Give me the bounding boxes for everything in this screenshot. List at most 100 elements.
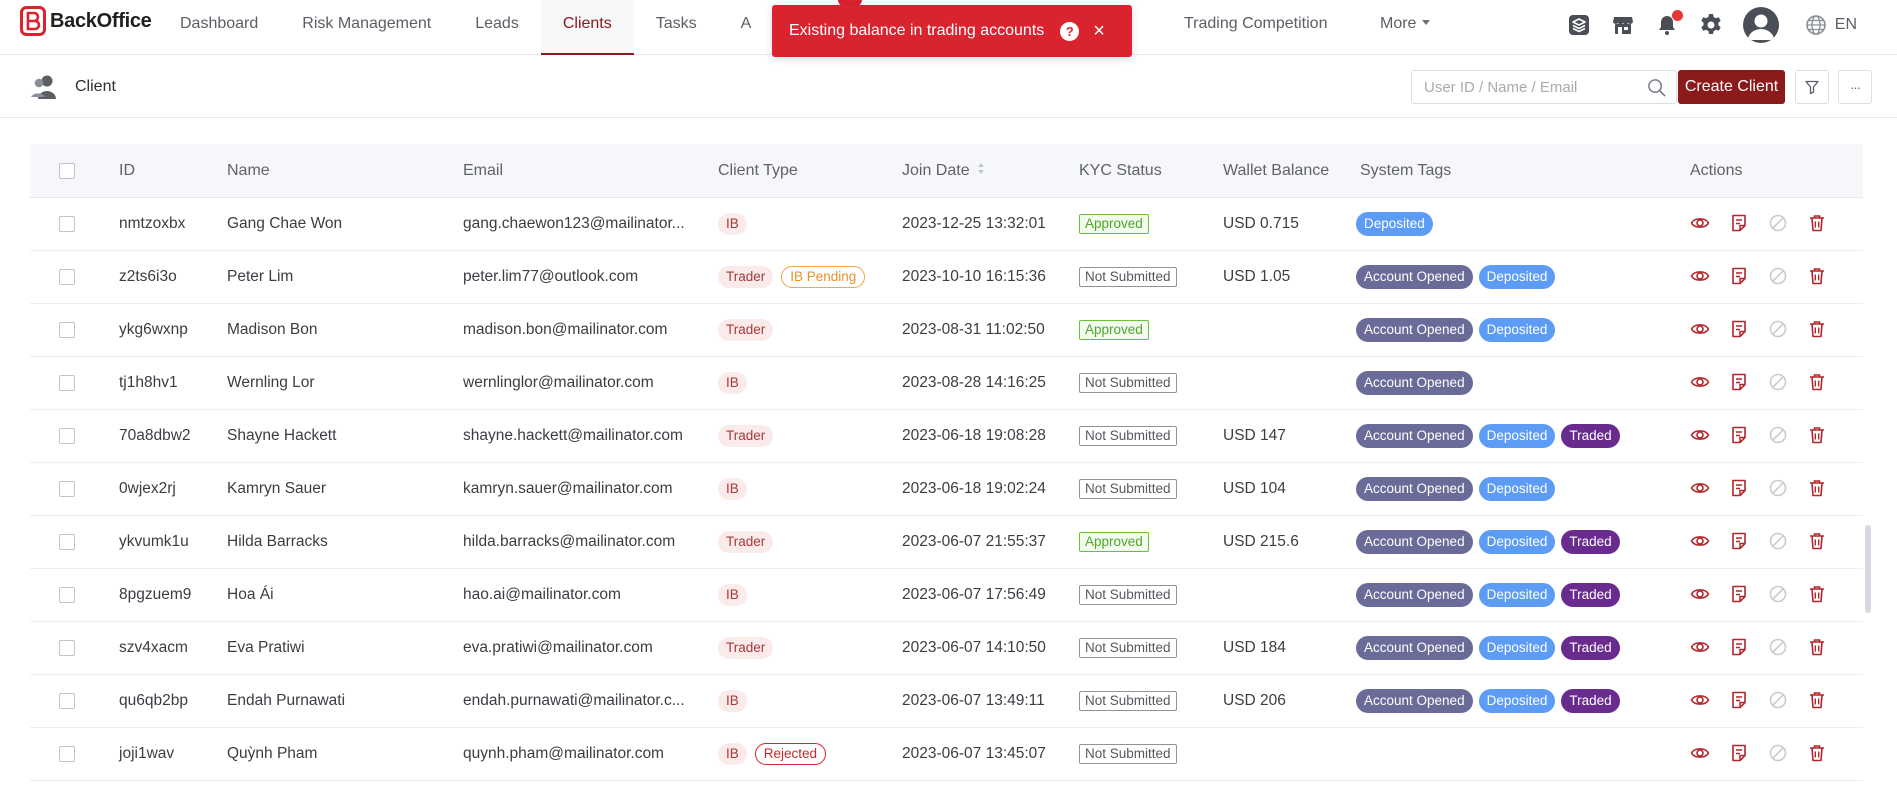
vertical-scrollbar[interactable]: [1865, 525, 1871, 613]
delete-icon[interactable]: [1807, 743, 1827, 763]
note-icon[interactable]: [1729, 319, 1749, 339]
help-icon[interactable]: ?: [1060, 21, 1080, 41]
table-row[interactable]: joji1wav Quỳnh Pham quynh.pham@mailinato…: [30, 728, 1863, 781]
disable-icon[interactable]: [1768, 743, 1788, 763]
row-checkbox[interactable]: [59, 428, 75, 444]
col-system-tags: System Tags: [1360, 162, 1452, 179]
row-checkbox[interactable]: [59, 534, 75, 550]
note-icon[interactable]: [1729, 372, 1749, 392]
disable-icon[interactable]: [1768, 372, 1788, 392]
filter-button[interactable]: [1795, 70, 1829, 104]
row-checkbox[interactable]: [59, 269, 75, 285]
note-icon[interactable]: [1729, 743, 1749, 763]
row-checkbox[interactable]: [59, 693, 75, 709]
create-client-button[interactable]: Create Client: [1678, 70, 1785, 104]
cell-system-tags: Account Opened Deposited Traded: [1356, 622, 1626, 674]
store-icon[interactable]: [1611, 13, 1635, 37]
delete-icon[interactable]: [1807, 266, 1827, 286]
disable-icon[interactable]: [1768, 637, 1788, 657]
view-icon[interactable]: [1690, 213, 1710, 233]
note-icon[interactable]: [1729, 637, 1749, 657]
view-icon[interactable]: [1690, 637, 1710, 657]
more-options-button[interactable]: ···: [1838, 70, 1872, 104]
search-input[interactable]: [1412, 71, 1632, 103]
table-row[interactable]: 0wjex2rj Kamryn Sauer kamryn.sauer@maili…: [30, 463, 1863, 516]
table-row[interactable]: ykvumk1u Hilda Barracks hilda.barracks@m…: [30, 516, 1863, 569]
nav-item-partial[interactable]: A: [719, 0, 774, 55]
view-icon[interactable]: [1690, 425, 1710, 445]
delete-icon[interactable]: [1807, 213, 1827, 233]
search-icon[interactable]: [1647, 78, 1666, 97]
note-icon[interactable]: [1729, 425, 1749, 445]
view-icon[interactable]: [1690, 531, 1710, 551]
table-row[interactable]: 70a8dbw2 Shayne Hackett shayne.hackett@m…: [30, 410, 1863, 463]
delete-icon[interactable]: [1807, 319, 1827, 339]
language-switcher[interactable]: EN: [1805, 14, 1857, 36]
table-row[interactable]: z2ts6i3o Peter Lim peter.lim77@outlook.c…: [30, 251, 1863, 304]
select-all-checkbox[interactable]: [59, 163, 75, 179]
note-icon[interactable]: [1729, 213, 1749, 233]
cell-id: 0wjex2rj: [119, 480, 176, 497]
disable-icon[interactable]: [1768, 213, 1788, 233]
nav-more[interactable]: More: [1358, 0, 1452, 55]
row-checkbox[interactable]: [59, 216, 75, 232]
view-icon[interactable]: [1690, 319, 1710, 339]
delete-icon[interactable]: [1807, 478, 1827, 498]
disable-icon[interactable]: [1768, 319, 1788, 339]
view-icon[interactable]: [1690, 584, 1710, 604]
view-icon[interactable]: [1690, 743, 1710, 763]
nav-leads[interactable]: Leads: [453, 0, 541, 55]
cell-kyc-status: Not Submitted: [1079, 675, 1177, 727]
nav-tasks[interactable]: Tasks: [634, 0, 719, 55]
cell-email: kamryn.sauer@mailinator.com: [463, 480, 673, 497]
table-row[interactable]: ykg6wxnp Madison Bon madison.bon@mailina…: [30, 304, 1863, 357]
note-icon[interactable]: [1729, 478, 1749, 498]
delete-icon[interactable]: [1807, 584, 1827, 604]
sort-icon[interactable]: [977, 163, 985, 175]
view-icon[interactable]: [1690, 266, 1710, 286]
delete-icon[interactable]: [1807, 531, 1827, 551]
brand-logo[interactable]: BackOffice: [20, 6, 152, 36]
row-checkbox[interactable]: [59, 640, 75, 656]
gear-icon[interactable]: [1699, 13, 1723, 37]
delete-icon[interactable]: [1807, 637, 1827, 657]
table-row[interactable]: szv4xacm Eva Pratiwi eva.pratiwi@mailina…: [30, 622, 1863, 675]
disable-icon[interactable]: [1768, 478, 1788, 498]
note-icon[interactable]: [1729, 584, 1749, 604]
disable-icon[interactable]: [1768, 425, 1788, 445]
stack-icon[interactable]: [1567, 13, 1591, 37]
col-join-date[interactable]: Join Date: [902, 144, 985, 198]
view-icon[interactable]: [1690, 690, 1710, 710]
row-checkbox[interactable]: [59, 481, 75, 497]
disable-icon[interactable]: [1768, 584, 1788, 604]
delete-icon[interactable]: [1807, 690, 1827, 710]
delete-icon[interactable]: [1807, 372, 1827, 392]
note-icon[interactable]: [1729, 266, 1749, 286]
row-checkbox[interactable]: [59, 375, 75, 391]
close-icon[interactable]: ×: [1093, 21, 1105, 41]
delete-icon[interactable]: [1807, 425, 1827, 445]
nav-trading-competition[interactable]: Trading Competition: [1162, 0, 1349, 55]
nav-dashboard[interactable]: Dashboard: [158, 0, 280, 55]
disable-icon[interactable]: [1768, 690, 1788, 710]
row-checkbox[interactable]: [59, 322, 75, 338]
nav-clients[interactable]: Clients: [540, 0, 634, 55]
table-row[interactable]: tj1h8hv1 Wernling Lor wernlinglor@mailin…: [30, 357, 1863, 410]
disable-icon[interactable]: [1768, 531, 1788, 551]
view-icon[interactable]: [1690, 478, 1710, 498]
user-avatar[interactable]: [1742, 7, 1779, 43]
table-row[interactable]: 8pgzuem9 Hoa Ái hao.ai@mailinator.com IB…: [30, 569, 1863, 622]
bell-icon[interactable]: [1655, 10, 1683, 37]
table-row[interactable]: qu6qb2bp Endah Purnawati endah.purnawati…: [30, 675, 1863, 728]
row-checkbox[interactable]: [59, 587, 75, 603]
disable-icon[interactable]: [1768, 266, 1788, 286]
row-actions: [1690, 266, 1846, 288]
note-icon[interactable]: [1729, 531, 1749, 551]
cell-join-date: 2023-12-25 13:32:01: [902, 215, 1046, 232]
view-icon[interactable]: [1690, 372, 1710, 392]
nav-risk-management[interactable]: Risk Management: [280, 0, 453, 55]
note-icon[interactable]: [1729, 690, 1749, 710]
row-checkbox[interactable]: [59, 746, 75, 762]
system-tag: Account Opened: [1356, 529, 1473, 554]
table-row[interactable]: nmtzoxbx Gang Chae Won gang.chaewon123@m…: [30, 198, 1863, 251]
